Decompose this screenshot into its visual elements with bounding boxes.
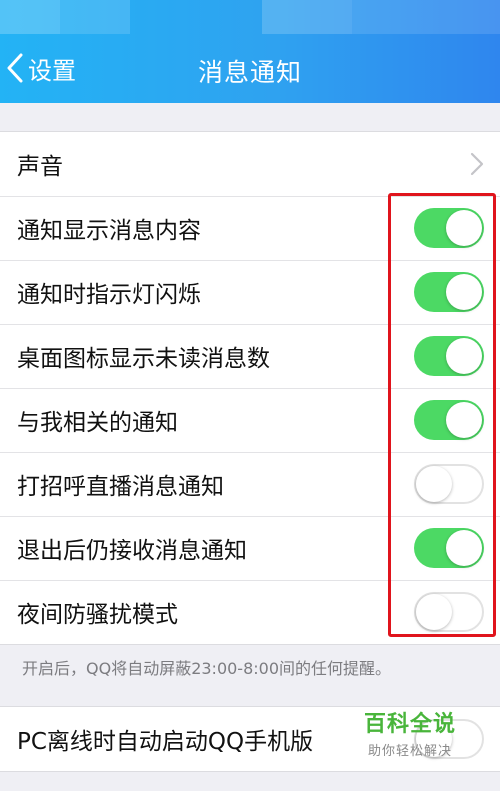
watermark-title: 百科全说 xyxy=(363,712,456,737)
greeting-live-toggle[interactable] xyxy=(414,464,484,504)
toggle-row-night-mode: 夜间防骚扰模式 xyxy=(0,580,500,644)
indicator-light-toggle[interactable] xyxy=(414,272,484,312)
toggle-label: 打招呼直播消息通知 xyxy=(17,474,224,500)
toggle-row-show-content: 通知显示消息内容 xyxy=(0,196,500,260)
watermark-logo: 百科全说 助你轻松解决 xyxy=(350,712,470,759)
toggle-label: 通知显示消息内容 xyxy=(17,218,201,244)
night-mode-toggle[interactable] xyxy=(414,592,484,632)
toggle-row-after-exit: 退出后仍接收消息通知 xyxy=(0,516,500,580)
notification-settings-group: 声音 通知显示消息内容 通知时指示灯闪烁 桌面图标显示未读消息数 与我相关的通知… xyxy=(0,131,500,645)
related-notifications-toggle[interactable] xyxy=(414,400,484,440)
toggle-knob xyxy=(446,530,482,566)
status-bar xyxy=(0,0,500,34)
toggle-knob xyxy=(416,466,452,502)
page-title: 消息通知 xyxy=(197,58,302,87)
watermark-subtitle: 助你轻松解决 xyxy=(367,744,452,759)
navigation-bar: 设置 消息通知 xyxy=(0,0,500,103)
show-content-toggle[interactable] xyxy=(414,208,484,248)
toggle-label: 桌面图标显示未读消息数 xyxy=(17,346,270,372)
toggle-row-indicator-light: 通知时指示灯闪烁 xyxy=(0,260,500,324)
toggle-label: 与我相关的通知 xyxy=(17,410,178,436)
night-mode-note: 开启后，QQ将自动屏蔽23:00-8:00间的任何提醒。 xyxy=(22,659,392,678)
blurred-status-area xyxy=(262,0,352,34)
toggle-row-unread-badge: 桌面图标显示未读消息数 xyxy=(0,324,500,388)
sound-row[interactable]: 声音 xyxy=(0,132,500,196)
chevron-right-icon xyxy=(470,152,484,176)
blurred-status-area xyxy=(60,0,130,34)
toggle-knob xyxy=(446,210,482,246)
blurred-status-area xyxy=(352,0,500,34)
toggle-knob xyxy=(416,594,452,630)
toggle-label: 退出后仍接收消息通知 xyxy=(17,538,247,564)
blurred-status-area xyxy=(0,0,60,34)
toggle-row-related-notifications: 与我相关的通知 xyxy=(0,388,500,452)
toggle-knob xyxy=(446,274,482,310)
unread-badge-toggle[interactable] xyxy=(414,336,484,376)
toggle-label: 夜间防骚扰模式 xyxy=(17,602,178,628)
toggle-knob xyxy=(446,402,482,438)
sound-label: 声音 xyxy=(17,154,63,180)
toggle-knob xyxy=(446,338,482,374)
after-exit-toggle[interactable] xyxy=(414,528,484,568)
pc-offline-label: PC离线时自动启动QQ手机版 xyxy=(17,729,314,755)
toggle-label: 通知时指示灯闪烁 xyxy=(17,282,201,308)
toggle-row-greeting-live: 打招呼直播消息通知 xyxy=(0,452,500,516)
